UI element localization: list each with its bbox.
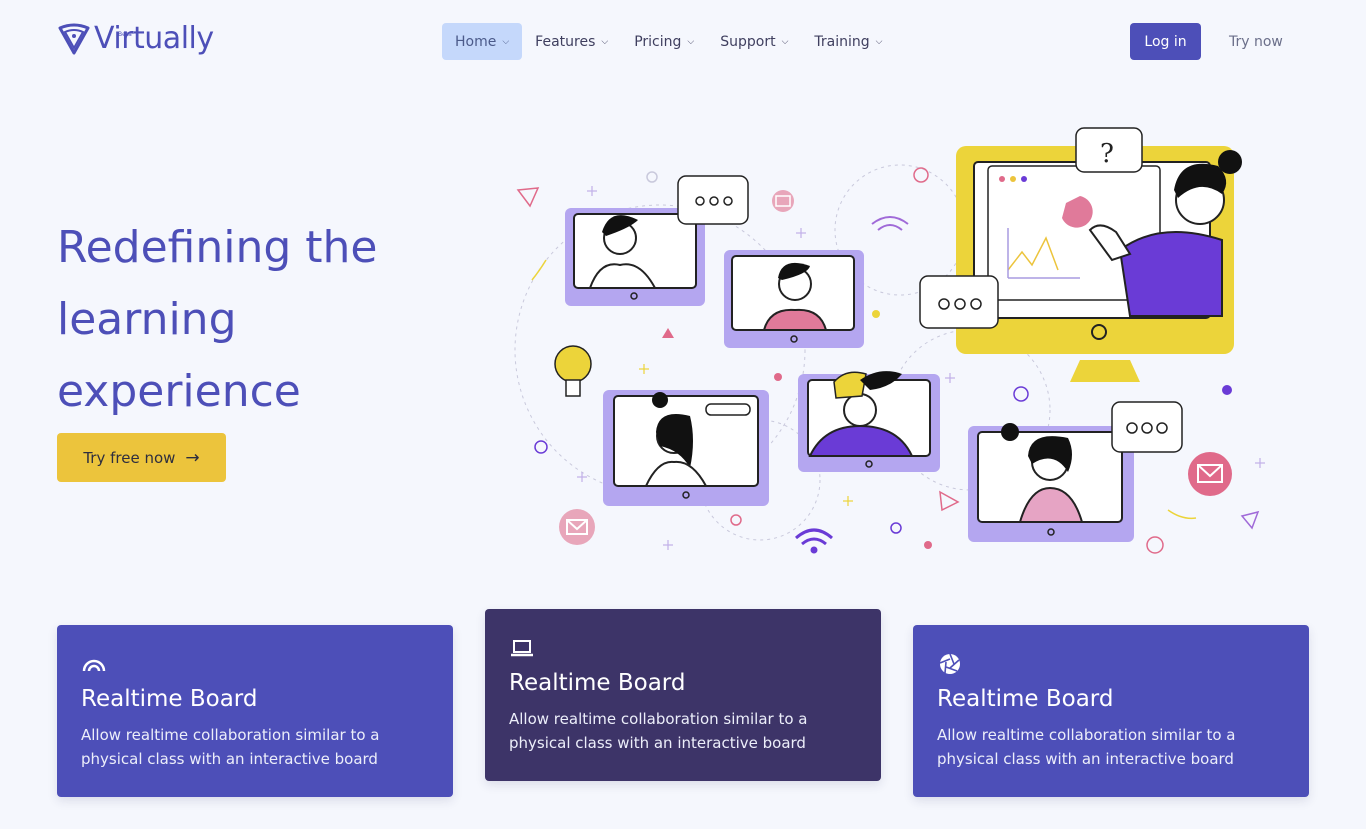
pizza-logo-icon bbox=[58, 23, 90, 55]
mail-icon bbox=[772, 190, 794, 212]
menu-item-label: Training bbox=[814, 33, 870, 50]
hero-line-1: Redefining the bbox=[57, 222, 378, 273]
wifi-icon bbox=[795, 528, 833, 554]
chevron-down-icon: ⌵ bbox=[781, 36, 789, 47]
feature-card[interactable]: Realtime Board Allow realtime collaborat… bbox=[57, 625, 453, 797]
aperture-icon bbox=[939, 653, 960, 674]
main-menu: Home ⌵ Features ⌵ Pricing ⌵ Support ⌵ Traini… bbox=[442, 23, 895, 60]
chevron-down-icon: ⌵ bbox=[502, 36, 510, 47]
wifi-icon bbox=[871, 216, 909, 231]
feature-card-title: Realtime Board bbox=[937, 686, 1114, 712]
top-navbar: Virtually Beta Home ⌵ Features ⌵ Pricing ⌵ … bbox=[0, 0, 1366, 82]
feature-card-text: Allow realtime collaboration similar to … bbox=[937, 726, 1236, 768]
feature-card-text: Allow realtime collaboration similar to … bbox=[81, 726, 380, 768]
teacher-monitor-icon bbox=[956, 146, 1242, 382]
student-video-tile-icon bbox=[724, 250, 864, 348]
hero-line-3: experience bbox=[57, 366, 301, 417]
chevron-down-icon: ⌵ bbox=[601, 36, 609, 47]
brand-logo[interactable]: Virtually bbox=[57, 22, 214, 56]
menu-item-label: Pricing bbox=[634, 33, 682, 50]
brand-name: Virtually bbox=[94, 21, 214, 56]
brand-beta-tag: Beta bbox=[118, 31, 132, 38]
mail-icon bbox=[1188, 452, 1232, 496]
menu-item-training[interactable]: Training ⌵ bbox=[801, 23, 895, 60]
hero-heading: Redefining the learning experience bbox=[57, 212, 457, 428]
menu-item-label: Features bbox=[535, 33, 596, 50]
login-button[interactable]: Log in bbox=[1130, 23, 1201, 60]
menu-item-home[interactable]: Home ⌵ bbox=[442, 23, 523, 60]
menu-item-label: Home bbox=[455, 33, 497, 50]
feature-card[interactable]: Realtime Board Allow realtime collaborat… bbox=[485, 609, 881, 781]
hero-illustration: ? bbox=[514, 127, 1265, 554]
try-now-link[interactable]: Try now bbox=[1229, 23, 1283, 60]
try-free-now-button[interactable]: Try free now → bbox=[57, 433, 226, 482]
svg-text:?: ? bbox=[1100, 139, 1114, 169]
student-video-tile-icon bbox=[603, 390, 769, 506]
laptop-icon bbox=[511, 640, 533, 657]
arrow-right-icon: → bbox=[185, 447, 200, 468]
chevron-down-icon: ⌵ bbox=[875, 36, 883, 47]
mail-icon bbox=[559, 509, 595, 545]
hero-line-2: learning bbox=[57, 294, 237, 345]
feature-card-title: Realtime Board bbox=[81, 686, 258, 712]
rainbow-icon bbox=[82, 659, 106, 672]
menu-item-label: Support bbox=[720, 33, 776, 50]
feature-card-title: Realtime Board bbox=[509, 670, 686, 696]
student-video-tile-icon bbox=[798, 371, 940, 472]
lightbulb-icon bbox=[554, 345, 592, 397]
menu-item-features[interactable]: Features ⌵ bbox=[522, 23, 621, 60]
menu-item-support[interactable]: Support ⌵ bbox=[707, 23, 801, 60]
chevron-down-icon: ⌵ bbox=[687, 36, 695, 47]
feature-card-text: Allow realtime collaboration similar to … bbox=[509, 710, 808, 752]
menu-item-pricing[interactable]: Pricing ⌵ bbox=[621, 23, 707, 60]
student-video-tile-icon bbox=[968, 423, 1134, 542]
cta-label: Try free now bbox=[83, 448, 176, 467]
feature-card[interactable]: Realtime Board Allow realtime collaborat… bbox=[913, 625, 1309, 797]
